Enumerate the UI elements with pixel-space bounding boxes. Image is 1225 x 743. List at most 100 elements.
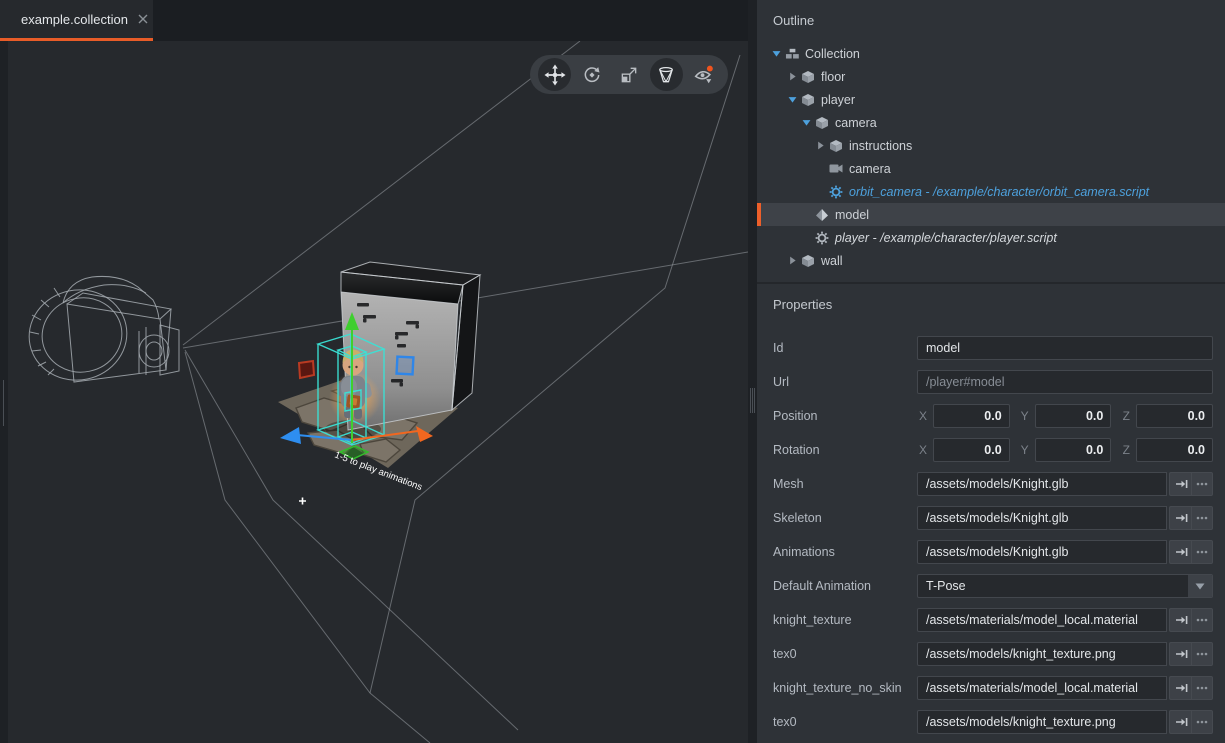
chevron-down-icon[interactable] — [799, 117, 813, 128]
cube-icon — [799, 93, 817, 107]
outline-item-orbit-camera-script[interactable]: orbit_camera - /example/character/orbit_… — [757, 180, 1225, 203]
chevron-right-icon[interactable] — [813, 140, 827, 151]
knight-texture-input[interactable] — [917, 608, 1167, 632]
position-x-input[interactable] — [933, 404, 1010, 428]
viewport-toolbar — [530, 55, 728, 94]
collection-bricks-icon — [783, 48, 801, 60]
cube-icon — [799, 254, 817, 268]
open-resource-button[interactable] — [1169, 472, 1191, 496]
scene-viewport[interactable]: 1-5 to play animations — [8, 41, 748, 743]
cube-icon — [799, 70, 817, 84]
gear-icon — [827, 185, 845, 199]
notification-dot — [707, 65, 713, 71]
rotate-circle-icon — [582, 65, 602, 85]
browse-resource-button[interactable] — [1191, 642, 1213, 666]
chevron-down-icon[interactable] — [769, 48, 783, 59]
open-resource-button[interactable] — [1169, 676, 1191, 700]
outline-item-model[interactable]: model — [757, 203, 1225, 226]
prop-row-skeleton: Skeleton — [773, 501, 1213, 535]
prop-row-id: Id — [773, 331, 1213, 365]
tab-label: example.collection — [21, 12, 128, 27]
scene-canvas: 1-5 to play animations — [8, 41, 748, 743]
browse-resource-button[interactable] — [1191, 710, 1213, 734]
rotation-z-input[interactable] — [1136, 438, 1213, 462]
chevron-right-icon[interactable] — [785, 255, 799, 266]
move-arrows-icon — [544, 64, 566, 86]
camera-wireframe-model — [21, 276, 179, 389]
prop-row-animations: Animations — [773, 535, 1213, 569]
chevron-down-icon[interactable] — [1188, 575, 1212, 597]
skeleton-input[interactable] — [917, 506, 1167, 530]
visibility-filters-button[interactable] — [687, 58, 720, 91]
blue-sign-sprite — [397, 357, 414, 375]
tex0-input[interactable] — [917, 642, 1167, 666]
editor-window: example.collection — [0, 0, 1225, 743]
browse-resource-button[interactable] — [1191, 676, 1213, 700]
open-resource-button[interactable] — [1169, 642, 1191, 666]
default-animation-dropdown[interactable]: T-Pose — [917, 574, 1213, 598]
cursor-crosshair — [299, 498, 306, 505]
animations-input[interactable] — [917, 540, 1167, 564]
chevron-down-icon[interactable] — [785, 94, 799, 105]
outline-item-player[interactable]: player — [757, 88, 1225, 111]
prop-row-position: Position X Y Z — [773, 399, 1213, 433]
outline-tree: Collection floor playe — [757, 42, 1225, 272]
z-axis-arrowhead — [280, 427, 301, 444]
open-resource-button[interactable] — [1169, 710, 1191, 734]
knight-texture-no-skin-input[interactable] — [917, 676, 1167, 700]
cube-icon — [813, 116, 831, 130]
scale-tool-button[interactable] — [612, 58, 645, 91]
prop-row-mesh: Mesh — [773, 467, 1213, 501]
outline-title: Outline — [757, 0, 1225, 34]
prop-row-knight-texture-no-skin: knight_texture_no_skin — [773, 671, 1213, 705]
gear-icon — [813, 231, 831, 245]
outline-item-wall[interactable]: wall — [757, 249, 1225, 272]
rotation-x-input[interactable] — [933, 438, 1010, 462]
prop-row-default-animation: Default Animation T-Pose — [773, 569, 1213, 603]
browse-resource-button[interactable] — [1191, 540, 1213, 564]
position-y-input[interactable] — [1035, 404, 1112, 428]
rotate-tool-button[interactable] — [575, 58, 608, 91]
tab-bar: example.collection — [0, 0, 748, 41]
prop-row-knight-texture: knight_texture — [773, 603, 1213, 637]
scale-square-icon — [619, 65, 639, 85]
mesh-input[interactable] — [917, 472, 1167, 496]
tab-example-collection[interactable]: example.collection — [0, 0, 153, 41]
frustum-icon — [656, 65, 676, 85]
browse-resource-button[interactable] — [1191, 608, 1213, 632]
eye-icon — [692, 64, 714, 86]
open-resource-button[interactable] — [1169, 506, 1191, 530]
url-input — [917, 370, 1213, 394]
panel-splitter[interactable] — [748, 0, 757, 743]
prop-row-url: Url — [773, 365, 1213, 399]
prop-row-tex0-2: tex0 — [773, 705, 1213, 739]
browse-resource-button[interactable] — [1191, 472, 1213, 496]
red-sign-sprite — [299, 361, 314, 378]
open-resource-button[interactable] — [1169, 608, 1191, 632]
rotation-y-input[interactable] — [1035, 438, 1112, 462]
browse-resource-button[interactable] — [1191, 506, 1213, 530]
perspective-camera-tool-button[interactable] — [650, 58, 683, 91]
model-diamond-icon — [813, 208, 831, 222]
tab-close-icon[interactable] — [138, 14, 148, 24]
properties-title: Properties — [757, 284, 1225, 318]
prop-row-tex0: tex0 — [773, 637, 1213, 671]
outline-item-player-script[interactable]: player - /example/character/player.scrip… — [757, 226, 1225, 249]
tex0-2-input[interactable] — [917, 710, 1167, 734]
outline-item-collection[interactable]: Collection — [757, 42, 1225, 65]
open-resource-button[interactable] — [1169, 540, 1191, 564]
camera-icon — [827, 163, 845, 174]
outline-item-instructions[interactable]: instructions — [757, 134, 1225, 157]
properties-panel: Id Url Position X Y Z — [757, 318, 1225, 739]
move-tool-button[interactable] — [538, 58, 571, 91]
right-panel: Outline Collection — [757, 0, 1225, 743]
chevron-right-icon[interactable] — [785, 71, 799, 82]
outline-item-floor[interactable]: floor — [757, 65, 1225, 88]
left-panel-splitter[interactable] — [0, 41, 8, 743]
id-input[interactable] — [917, 336, 1213, 360]
prop-row-rotation: Rotation X Y Z — [773, 433, 1213, 467]
outline-item-camera[interactable]: camera — [757, 111, 1225, 134]
cube-icon — [827, 139, 845, 153]
position-z-input[interactable] — [1136, 404, 1213, 428]
outline-item-camera-component[interactable]: camera — [757, 157, 1225, 180]
